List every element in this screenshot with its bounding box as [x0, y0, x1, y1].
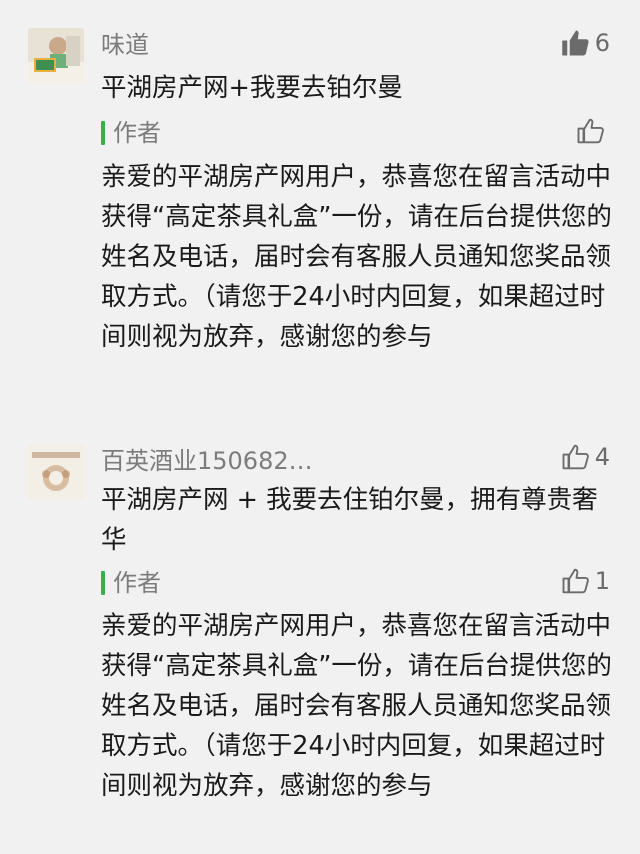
author-bar	[101, 121, 105, 145]
author-label: 作者	[113, 569, 161, 597]
thumbs-up-outline-icon	[577, 118, 604, 144]
reply-like-count: 1	[594, 567, 610, 595]
reply-like-button[interactable]: 1	[561, 566, 610, 596]
author-bar	[101, 571, 105, 595]
like-count: 6	[594, 29, 610, 57]
reply-like-button[interactable]	[576, 116, 610, 146]
thumbs-up-filled-icon	[561, 30, 589, 56]
avatar-photo-icon	[28, 28, 84, 84]
comment-text: 平湖房产网 + 我要去住铂尔曼，拥有尊贵奢华	[101, 485, 598, 555]
like-button[interactable]: 6	[561, 28, 610, 58]
like-button[interactable]: 4	[561, 442, 610, 472]
like-count: 4	[594, 443, 610, 471]
avatar[interactable]	[28, 444, 84, 500]
reply-text: 亲爱的平湖房产网用户，恭喜您在留言活动中获得“高定茶具礼盒”一份，请在后台提供您…	[101, 611, 612, 801]
thumbs-up-outline-icon	[562, 568, 589, 594]
comment-text: 平湖房产网+我要去铂尔曼	[101, 73, 403, 103]
comment-nickname[interactable]: 百英酒业150682…	[101, 446, 313, 476]
avatar[interactable]	[28, 28, 84, 84]
avatar-logo-icon	[28, 444, 84, 500]
author-reply-label: 作者	[101, 568, 161, 598]
comment-nickname[interactable]: 味道	[101, 30, 149, 60]
reply-text: 亲爱的平湖房产网用户，恭喜您在留言活动中获得“高定茶具礼盒”一份，请在后台提供您…	[101, 162, 612, 352]
author-reply-label: 作者	[101, 118, 161, 148]
author-label: 作者	[113, 119, 161, 147]
thumbs-up-outline-icon	[562, 444, 589, 470]
